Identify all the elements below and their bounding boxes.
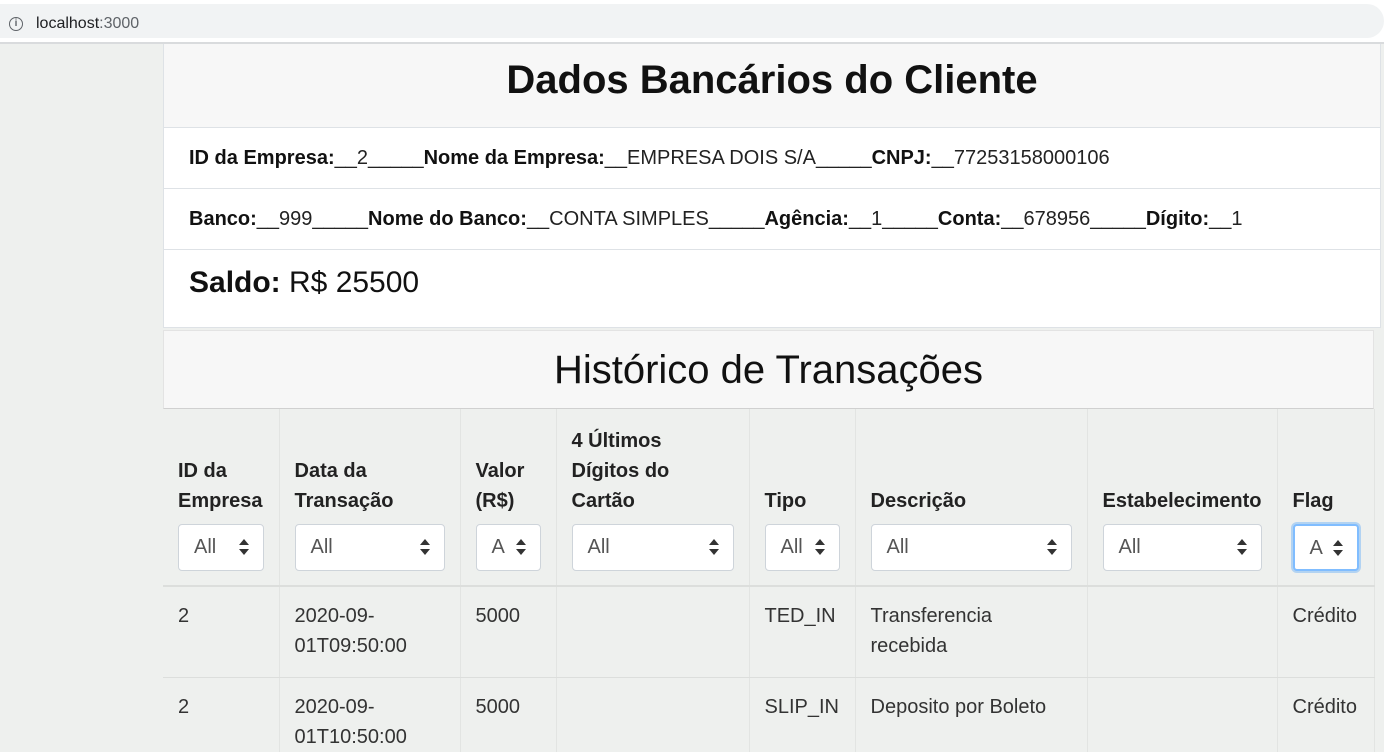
history-card-header: Histórico de Transações	[163, 330, 1374, 409]
column-header: Tipo All	[749, 409, 856, 587]
bank-label: Banco:	[189, 208, 257, 230]
select-arrows-icon	[238, 539, 249, 557]
history-title: Histórico de Transações	[553, 348, 984, 392]
filter-select[interactable]: All	[294, 524, 445, 571]
column-header: Descrição All	[855, 409, 1088, 587]
omnibox[interactable]: i localhost:3000	[0, 4, 1384, 38]
column-header: ID da Empresa All	[163, 409, 280, 587]
company-name-label: Nome da Empresa:	[423, 147, 605, 169]
select-arrows-icon	[1332, 540, 1343, 558]
client-card-header: Dados Bancários do Cliente	[164, 44, 1380, 128]
table-cell: 2	[163, 586, 280, 678]
table-cell: 2	[163, 677, 280, 752]
table-cell: 5000	[460, 586, 557, 678]
transactions-table: ID da Empresa All Data da Transação All Va…	[163, 409, 1375, 752]
table-cell	[1087, 586, 1278, 678]
column-header: 4 Últimos Dígitos do Cartão All	[556, 409, 750, 587]
table-row[interactable]: 2 2020-09-01T10:50:00 5000 SLIP_IN Depos…	[163, 677, 1375, 752]
select-arrows-icon	[708, 539, 719, 557]
page-title: Dados Bancários do Cliente	[506, 58, 1038, 102]
column-header: Data da Transação All	[279, 409, 461, 587]
table-cell: TED_IN	[749, 586, 856, 678]
url-text[interactable]: localhost:3000	[36, 15, 139, 33]
column-header: Flag A	[1277, 409, 1375, 587]
table-row[interactable]: 2 2020-09-01T09:50:00 5000 TED_IN Transf…	[163, 586, 1375, 678]
digit-label: Dígito:	[1145, 208, 1210, 230]
filter-select[interactable]: All	[870, 524, 1072, 571]
table-cell: Crédito	[1277, 586, 1375, 678]
agency-value: __1_____	[848, 208, 938, 230]
company-id-value: __2_____	[334, 147, 424, 169]
bank-name-value: __CONTA SIMPLES_____	[526, 208, 765, 230]
account-label: Conta:	[937, 208, 1002, 230]
company-id-label: ID da Empresa:	[189, 147, 335, 169]
bank-name-label: Nome do Banco:	[368, 208, 527, 230]
table-header-row: ID da Empresa All Data da Transação All Va…	[163, 409, 1375, 587]
table-cell: SLIP_IN	[749, 677, 856, 752]
filter-select[interactable]: All	[1102, 524, 1262, 571]
select-arrows-icon	[814, 539, 825, 557]
filter-select[interactable]: All	[571, 524, 734, 571]
table-cell: Transferencia recebida	[855, 586, 1088, 678]
client-card: Dados Bancários do Cliente ID da Empresa…	[163, 44, 1381, 328]
balance: Saldo: R$ 25500	[164, 250, 1380, 316]
table-cell: 2020-09-01T10:50:00	[279, 677, 461, 752]
company-info-row: ID da Empresa:__2_____Nome da Empresa:__…	[164, 128, 1380, 189]
select-arrows-icon	[1046, 539, 1057, 557]
company-name-value: __EMPRESA DOIS S/A_____	[604, 147, 872, 169]
table-cell	[1087, 677, 1278, 752]
bank-info-row: Banco:__999_____Nome do Banco:__CONTA SI…	[164, 189, 1380, 250]
table-cell: 2020-09-01T09:50:00	[279, 586, 461, 678]
select-arrows-icon	[419, 539, 430, 557]
address-bar[interactable]: i localhost:3000	[0, 0, 1384, 42]
bank-value: __999_____	[256, 208, 369, 230]
cnpj-label: CNPJ:	[871, 147, 932, 169]
info-icon[interactable]: i	[9, 17, 23, 31]
column-header: Estabelecimento All	[1087, 409, 1278, 587]
account-value: __678956_____	[1001, 208, 1146, 230]
table-cell	[556, 586, 750, 678]
table-cell: 5000	[460, 677, 557, 752]
column-header: Valor (R$) A	[460, 409, 557, 587]
cnpj-value: __77253158000106	[931, 147, 1110, 169]
history-card: Histórico de Transações ID da Empresa All…	[163, 330, 1375, 752]
filter-select[interactable]: A	[475, 524, 541, 571]
filter-select[interactable]: All	[764, 524, 840, 571]
balance-label: Saldo:	[189, 266, 281, 299]
table-cell: Crédito	[1277, 677, 1375, 752]
table-cell	[556, 677, 750, 752]
select-arrows-icon	[1236, 539, 1247, 557]
digit-value: __1	[1209, 208, 1243, 230]
filter-select[interactable]: A	[1292, 524, 1359, 571]
agency-label: Agência:	[764, 208, 849, 230]
filter-select[interactable]: All	[178, 524, 264, 571]
balance-value: R$ 25500	[280, 266, 420, 299]
table-cell: Deposito por Boleto	[855, 677, 1088, 752]
select-arrows-icon	[515, 539, 526, 557]
